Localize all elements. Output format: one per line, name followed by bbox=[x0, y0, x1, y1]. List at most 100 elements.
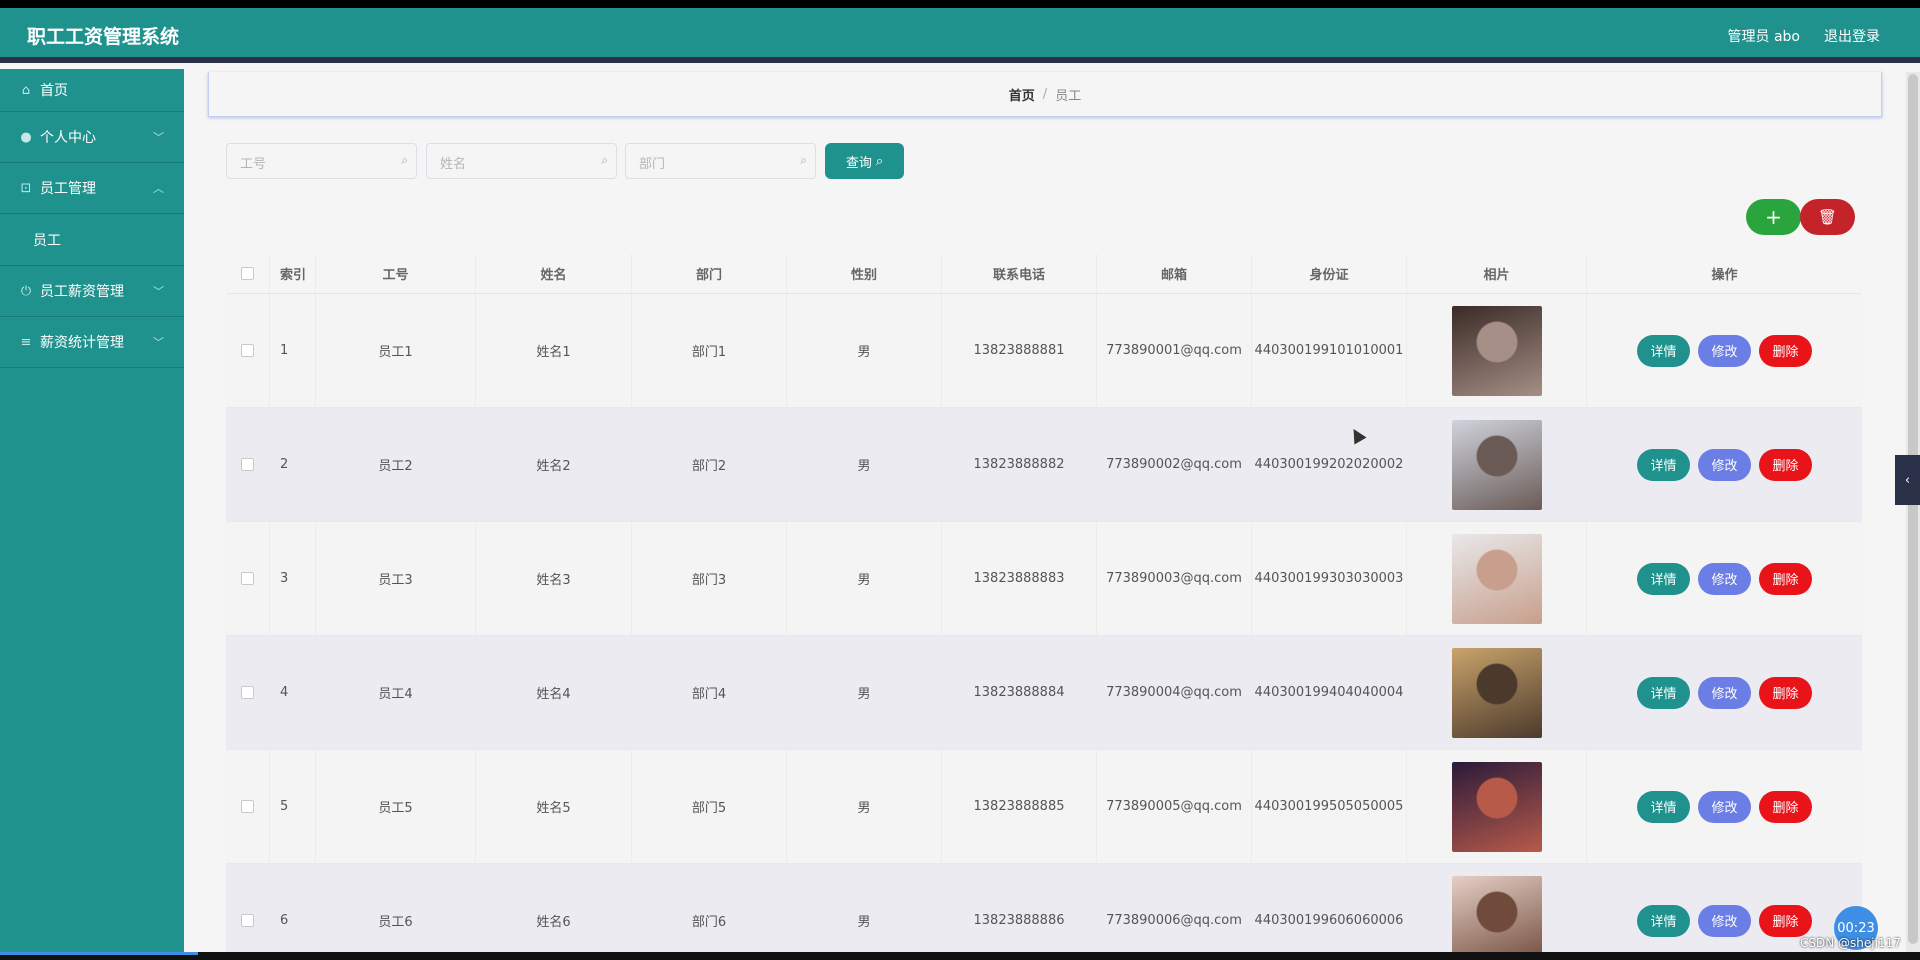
cell-id-card: 440300199303030003 bbox=[1252, 522, 1407, 635]
trash-icon: 🗑 bbox=[1817, 208, 1838, 226]
sidebar-item-employee-mgmt[interactable]: ⊡ 员工管理 ︿ bbox=[0, 163, 184, 214]
query-button[interactable]: 查询 ⌕ bbox=[825, 143, 904, 179]
cell-email: 773890005@qq.com bbox=[1097, 750, 1252, 863]
cell-name: 姓名1 bbox=[476, 294, 632, 407]
edit-button[interactable]: 修改 bbox=[1698, 334, 1751, 367]
cell-actions: 详情 修改 删除 bbox=[1587, 636, 1862, 749]
employee-no-input[interactable]: 工号 ⌕ bbox=[226, 143, 417, 179]
header-employee-no: 工号 bbox=[316, 254, 476, 293]
name-input[interactable]: 姓名 ⌕ bbox=[426, 143, 617, 179]
cell-index: 5 bbox=[270, 750, 316, 863]
cell-photo bbox=[1407, 636, 1587, 749]
edit-button[interactable]: 修改 bbox=[1698, 790, 1751, 823]
row-checkbox[interactable] bbox=[241, 914, 254, 927]
cell-id-card: 440300199606060006 bbox=[1252, 864, 1407, 960]
edit-button[interactable]: 修改 bbox=[1698, 448, 1751, 481]
header-checkbox-cell bbox=[226, 254, 270, 293]
bottom-strip bbox=[0, 952, 1920, 960]
cell-department: 部门5 bbox=[632, 750, 787, 863]
collapse-panel-button[interactable]: ‹ bbox=[1895, 455, 1920, 505]
cell-gender: 男 bbox=[787, 864, 942, 960]
cell-department: 部门2 bbox=[632, 408, 787, 521]
table-row: 3 员工3 姓名3 部门3 男 13823888883 773890003@qq… bbox=[226, 522, 1862, 636]
sidebar-item-label: 员工薪资管理 bbox=[40, 284, 124, 300]
delete-button[interactable]: 删除 bbox=[1759, 676, 1812, 709]
row-checkbox[interactable] bbox=[241, 572, 254, 585]
sidebar-item-label: 首页 bbox=[40, 83, 68, 99]
detail-button[interactable]: 详情 bbox=[1637, 448, 1690, 481]
delete-button[interactable]: 删除 bbox=[1759, 334, 1812, 367]
table-row: 2 员工2 姓名2 部门2 男 13823888882 773890002@qq… bbox=[226, 408, 1862, 522]
add-button[interactable]: + bbox=[1746, 199, 1801, 235]
cell-id-card: 440300199202020002 bbox=[1252, 408, 1407, 521]
row-checkbox[interactable] bbox=[241, 686, 254, 699]
user-icon: ● bbox=[20, 129, 32, 145]
search-icon: ⌕ bbox=[401, 153, 408, 167]
row-checkbox[interactable] bbox=[241, 344, 254, 357]
sidebar-item-home[interactable]: ⌂ 首页 bbox=[0, 69, 184, 112]
cell-department: 部门3 bbox=[632, 522, 787, 635]
row-checkbox-cell bbox=[226, 408, 270, 521]
home-icon: ⌂ bbox=[21, 82, 31, 98]
sidebar-item-personal[interactable]: ● 个人中心 ﹀ bbox=[0, 112, 184, 163]
table-row: 6 员工6 姓名6 部门6 男 13823888886 773890006@qq… bbox=[226, 864, 1862, 960]
row-checkbox-cell bbox=[226, 636, 270, 749]
cell-name: 姓名4 bbox=[476, 636, 632, 749]
cell-gender: 男 bbox=[787, 750, 942, 863]
row-checkbox[interactable] bbox=[241, 458, 254, 471]
cell-phone: 13823888886 bbox=[942, 864, 1097, 960]
detail-button[interactable]: 详情 bbox=[1637, 790, 1690, 823]
table-body: 1 员工1 姓名1 部门1 男 13823888881 773890001@qq… bbox=[226, 294, 1862, 960]
sidebar-item-salary-mgmt[interactable]: ⏻ 员工薪资管理 ﹀ bbox=[0, 266, 184, 317]
logout-button[interactable]: 退出登录 bbox=[1824, 26, 1880, 46]
header-index: 索引 bbox=[270, 254, 316, 293]
cell-department: 部门6 bbox=[632, 864, 787, 960]
select-all-checkbox[interactable] bbox=[241, 267, 254, 280]
cell-photo bbox=[1407, 864, 1587, 960]
employee-table: 索引 工号 姓名 部门 性别 联系电话 邮箱 身份证 相片 操作 1 员工1 姓… bbox=[226, 254, 1862, 960]
cell-employee-no: 员工5 bbox=[316, 750, 476, 863]
detail-button[interactable]: 详情 bbox=[1637, 904, 1690, 937]
row-checkbox-cell bbox=[226, 294, 270, 407]
breadcrumb-separator: / bbox=[1042, 86, 1048, 102]
edit-button[interactable]: 修改 bbox=[1698, 904, 1751, 937]
breadcrumb-current: 员工 bbox=[1055, 88, 1082, 104]
cell-photo bbox=[1407, 522, 1587, 635]
chevron-down-icon: ﹀ bbox=[153, 336, 164, 349]
edit-button[interactable]: 修改 bbox=[1698, 676, 1751, 709]
admin-label: 管理员 abo bbox=[1727, 29, 1800, 45]
query-label: 查询 bbox=[845, 155, 872, 171]
sidebar-item-label: 个人中心 bbox=[40, 130, 96, 146]
edit-button[interactable]: 修改 bbox=[1698, 562, 1751, 595]
row-checkbox[interactable] bbox=[241, 800, 254, 813]
power-icon: ⏻ bbox=[20, 283, 32, 299]
batch-delete-button[interactable]: 🗑 bbox=[1800, 199, 1855, 235]
video-progress bbox=[0, 952, 198, 955]
header-name: 姓名 bbox=[476, 254, 632, 293]
cell-actions: 详情 修改 删除 bbox=[1587, 408, 1862, 521]
scrollbar-thumb[interactable] bbox=[1908, 74, 1918, 944]
delete-button[interactable]: 删除 bbox=[1759, 790, 1812, 823]
detail-button[interactable]: 详情 bbox=[1637, 676, 1690, 709]
input-placeholder: 部门 bbox=[639, 157, 666, 172]
header-photo: 相片 bbox=[1407, 254, 1587, 293]
table-header: 索引 工号 姓名 部门 性别 联系电话 邮箱 身份证 相片 操作 bbox=[226, 254, 1862, 294]
cell-id-card: 440300199505050005 bbox=[1252, 750, 1407, 863]
cell-name: 姓名2 bbox=[476, 408, 632, 521]
delete-button[interactable]: 删除 bbox=[1759, 448, 1812, 481]
department-input[interactable]: 部门 ⌕ bbox=[625, 143, 816, 179]
sidebar-subitem-employee[interactable]: 员工 bbox=[0, 214, 184, 266]
detail-button[interactable]: 详情 bbox=[1637, 334, 1690, 367]
detail-button[interactable]: 详情 bbox=[1637, 562, 1690, 595]
delete-button[interactable]: 删除 bbox=[1759, 904, 1812, 937]
sidebar-item-salary-stats[interactable]: ≡ 薪资统计管理 ﹀ bbox=[0, 317, 184, 368]
table-row: 1 员工1 姓名1 部门1 男 13823888881 773890001@qq… bbox=[226, 294, 1862, 408]
cell-gender: 男 bbox=[787, 408, 942, 521]
header-phone: 联系电话 bbox=[942, 254, 1097, 293]
breadcrumb-home[interactable]: 首页 bbox=[1009, 85, 1035, 104]
row-actions: 详情 修改 删除 bbox=[1637, 448, 1812, 481]
cell-phone: 13823888881 bbox=[942, 294, 1097, 407]
row-checkbox-cell bbox=[226, 750, 270, 863]
grid-icon: ⊡ bbox=[20, 180, 32, 196]
delete-button[interactable]: 删除 bbox=[1759, 562, 1812, 595]
